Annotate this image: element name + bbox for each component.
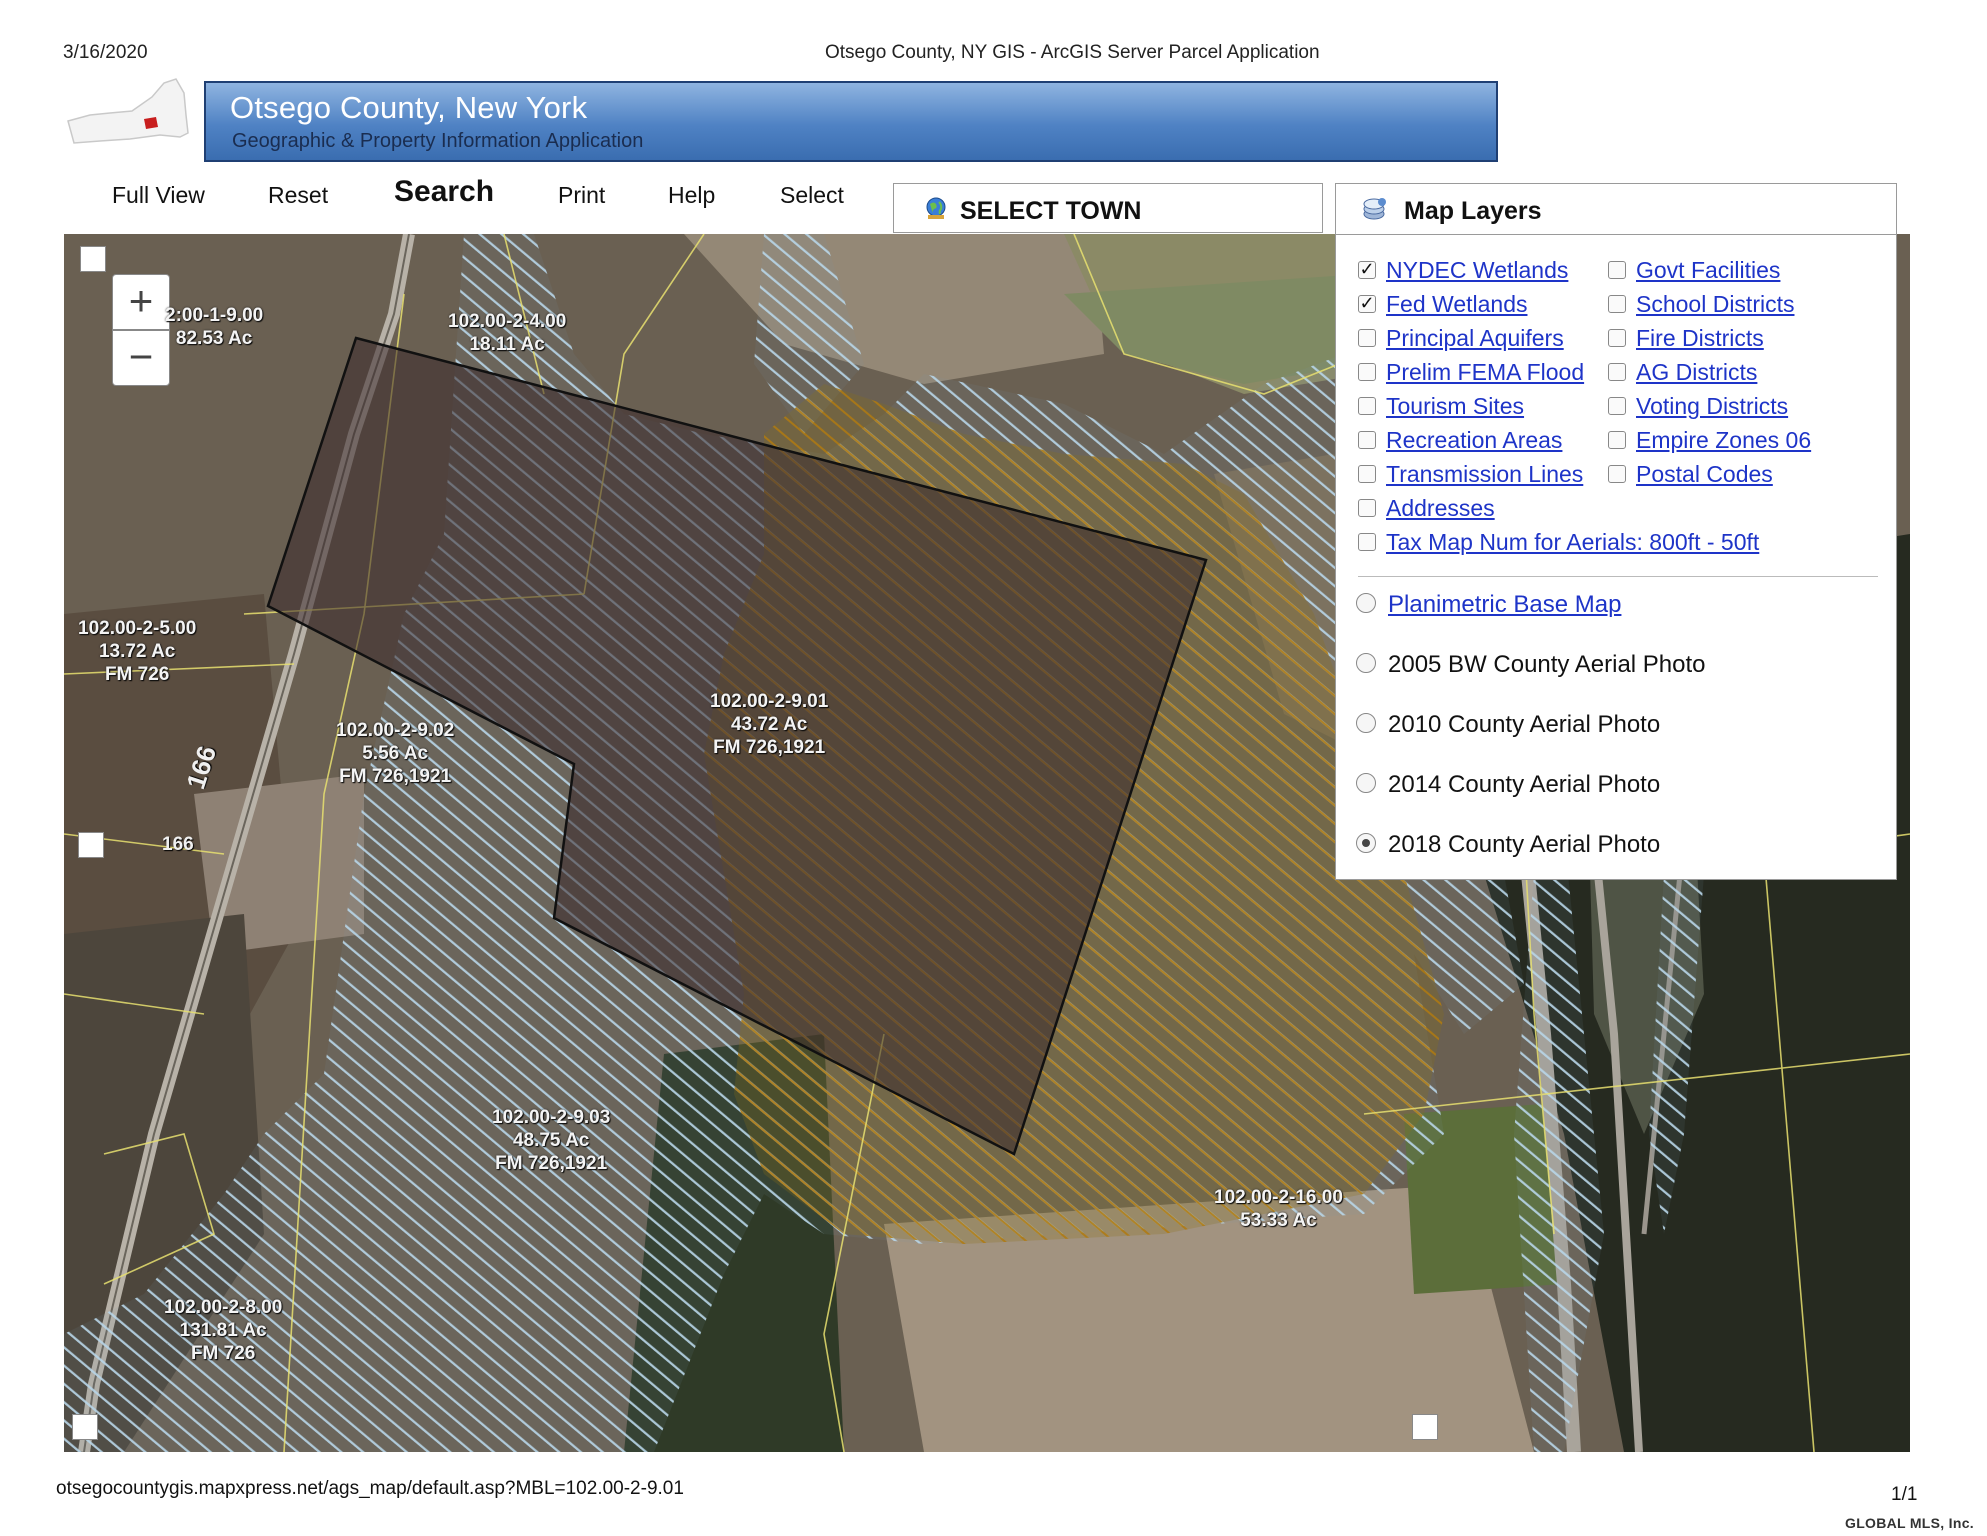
- corner-checkbox-bottom-right[interactable]: [1412, 1414, 1438, 1440]
- corner-checkbox-mid-left[interactable]: [78, 832, 104, 858]
- banner-title: Otsego County, New York: [230, 90, 588, 125]
- zoom-out-button[interactable]: −: [112, 330, 170, 386]
- layers-divider: [1358, 576, 1878, 577]
- corner-checkbox-top-left[interactable]: [80, 246, 106, 272]
- select-town-dropdown[interactable]: SELECT TOWN: [893, 183, 1323, 233]
- checkbox[interactable]: [1608, 363, 1626, 381]
- print-date: 3/16/2020: [63, 42, 148, 63]
- radio-button[interactable]: [1356, 653, 1376, 673]
- checkbox[interactable]: [1358, 465, 1376, 483]
- search-button[interactable]: Search: [394, 175, 494, 209]
- ny-state-logo: [67, 78, 189, 144]
- parcel-label: 102.00-2-9.02 5.56 Ac FM 726,1921: [336, 720, 455, 787]
- checkbox[interactable]: [1608, 295, 1626, 313]
- parcel-label: 102.00-2-5.00 13.72 Ac FM 726: [78, 618, 197, 685]
- reset-button[interactable]: Reset: [268, 182, 328, 209]
- select-button[interactable]: Select: [780, 182, 844, 209]
- toolbar: Full View Reset Search Print Help Select: [0, 170, 900, 220]
- radio-button[interactable]: [1356, 773, 1376, 793]
- parcel-label-selected: 102.00-2-9.01 43.72 Ac FM 726,1921: [710, 691, 829, 758]
- globe-icon: [926, 197, 946, 219]
- checkbox[interactable]: [1608, 329, 1626, 347]
- parcel-label: 102.00-2-8.00 131.81 Ac FM 726: [164, 1297, 283, 1364]
- checkbox[interactable]: [1358, 431, 1376, 449]
- radio-button[interactable]: [1356, 713, 1376, 733]
- print-url: otsegocountygis.mapxpress.net/ags_map/de…: [56, 1478, 684, 1499]
- corner-checkbox-bottom-left[interactable]: [72, 1414, 98, 1440]
- checkbox[interactable]: [1608, 431, 1626, 449]
- map-layers-header: Map Layers: [1335, 183, 1897, 235]
- mls-watermark: GLOBAL MLS, Inc.: [1845, 1515, 1974, 1531]
- checkbox[interactable]: [1358, 499, 1376, 517]
- full-view-button[interactable]: Full View: [112, 182, 205, 209]
- checkbox[interactable]: [1358, 363, 1376, 381]
- checkbox[interactable]: [1608, 397, 1626, 415]
- radio-button[interactable]: [1356, 593, 1376, 613]
- checkbox[interactable]: [1358, 329, 1376, 347]
- checkbox[interactable]: [1608, 261, 1626, 279]
- print-title: Otsego County, NY GIS - ArcGIS Server Pa…: [825, 42, 1320, 63]
- parcel-label: 102.00-2-16.00 53.33 Ac: [1214, 1187, 1343, 1231]
- checkbox[interactable]: [1358, 397, 1376, 415]
- select-town-label: SELECT TOWN: [960, 197, 1142, 225]
- layers-icon: [1363, 198, 1386, 220]
- print-page-number: 1/1: [1891, 1484, 1918, 1505]
- map-layers-panel: ✓ NYDEC Wetlands ✓ Fed Wetlands Principal …: [1335, 234, 1897, 880]
- parcel-label: 102.00-2-9.03 48.75 Ac FM 726,1921: [492, 1107, 611, 1174]
- road-shield: 166: [162, 834, 194, 855]
- checkbox[interactable]: [1358, 533, 1376, 551]
- zoom-in-button[interactable]: +: [112, 274, 170, 330]
- parcel-label: 102.00-2-4.00 18.11 Ac: [448, 311, 567, 355]
- checkbox-checked[interactable]: ✓: [1358, 260, 1376, 279]
- checkbox-checked[interactable]: ✓: [1358, 294, 1376, 313]
- checkbox[interactable]: [1608, 465, 1626, 483]
- parcel-label: 2:00-1-9.00 82.53 Ac: [165, 305, 264, 349]
- app-banner: Otsego County, New York Geographic & Pro…: [204, 81, 1498, 162]
- banner-subtitle: Geographic & Property Information Applic…: [232, 130, 644, 152]
- help-button[interactable]: Help: [668, 182, 715, 209]
- print-button[interactable]: Print: [558, 182, 605, 209]
- radio-button-selected[interactable]: [1356, 833, 1376, 853]
- map-layers-title: Map Layers: [1404, 197, 1542, 225]
